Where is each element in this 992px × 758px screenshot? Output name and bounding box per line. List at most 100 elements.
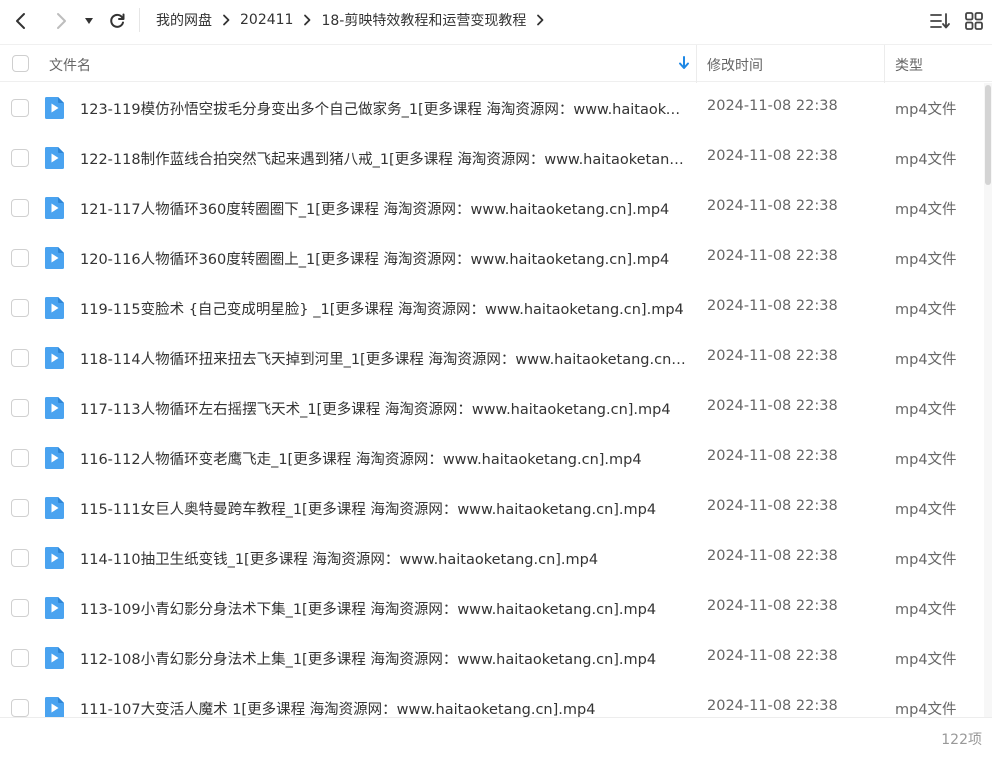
file-name[interactable]: 123-119模仿孙悟空拔毛分身变出多个自己做家务_1[更多课程 海淘资源网：w…: [80, 98, 686, 119]
column-divider[interactable]: [884, 45, 885, 83]
file-name[interactable]: 120-116人物循环360度转圈圈上_1[更多课程 海淘资源网：www.hai…: [80, 248, 686, 269]
file-modified-time: 2024-11-08 22:38: [707, 298, 838, 314]
file-row[interactable]: 118-114人物循环扭来扭去飞天掉到河里_1[更多课程 海淘资源网：www.h…: [0, 333, 984, 383]
file-modified-time: 2024-11-08 22:38: [707, 648, 838, 664]
row-checkbox[interactable]: [11, 349, 29, 367]
scrollbar-thumb[interactable]: [985, 85, 991, 185]
file-row[interactable]: 116-112人物循环变老鹰飞走_1[更多课程 海淘资源网：www.haitao…: [0, 433, 984, 483]
file-name[interactable]: 121-117人物循环360度转圈圈下_1[更多课程 海淘资源网：www.hai…: [80, 198, 686, 219]
file-name[interactable]: 111-107大变活人魔术 1[更多课程 海淘资源网：www.haitaoket…: [80, 698, 686, 717]
back-button[interactable]: [6, 6, 36, 36]
breadcrumb: 我的网盘 202411 18-剪映特效教程和运营变现教程: [156, 0, 554, 40]
file-type: mp4文件: [895, 702, 957, 717]
file-row[interactable]: 111-107大变活人魔术 1[更多课程 海淘资源网：www.haitaoket…: [0, 683, 984, 717]
row-checkbox[interactable]: [11, 149, 29, 167]
file-modified-time: 2024-11-08 22:38: [707, 198, 838, 214]
file-type: mp4文件: [895, 552, 957, 568]
video-file-icon: [45, 97, 64, 119]
file-name[interactable]: 112-108小青幻影分身法术上集_1[更多课程 海淘资源网：www.haita…: [80, 648, 686, 669]
chevron-right-icon: [537, 14, 544, 26]
file-type: mp4文件: [895, 302, 957, 318]
sort-down-arrow-icon[interactable]: [677, 55, 691, 71]
file-row[interactable]: 122-118制作蓝线合拍突然飞起来遇到猪八戒_1[更多课程 海淘资源网：www…: [0, 133, 984, 183]
file-type: mp4文件: [895, 152, 957, 168]
file-type: mp4文件: [895, 402, 957, 418]
breadcrumb-item-root[interactable]: 我的网盘: [156, 10, 212, 30]
video-file-icon: [45, 397, 64, 419]
scrollbar[interactable]: [984, 83, 992, 717]
row-checkbox[interactable]: [11, 399, 29, 417]
toolbar: 我的网盘 202411 18-剪映特效教程和运营变现教程: [0, 0, 992, 42]
file-name[interactable]: 119-115变脸术 {自己变成明星脸} _1[更多课程 海淘资源网：www.h…: [80, 298, 686, 319]
video-file-icon: [45, 697, 64, 717]
breadcrumb-item-current-folder[interactable]: 18-剪映特效教程和运营变现教程: [321, 10, 526, 30]
row-checkbox[interactable]: [11, 199, 29, 217]
file-row[interactable]: 117-113人物循环左右摇摆飞天术_1[更多课程 海淘资源网：www.hait…: [0, 383, 984, 433]
row-checkbox[interactable]: [11, 299, 29, 317]
file-row[interactable]: 115-111女巨人奥特曼跨车教程_1[更多课程 海淘资源网：www.haita…: [0, 483, 984, 533]
file-name[interactable]: 117-113人物循环左右摇摆飞天术_1[更多课程 海淘资源网：www.hait…: [80, 398, 686, 419]
breadcrumb-item-202411[interactable]: 202411: [240, 12, 293, 28]
file-modified-time: 2024-11-08 22:38: [707, 248, 838, 264]
file-name[interactable]: 116-112人物循环变老鹰飞走_1[更多课程 海淘资源网：www.haitao…: [80, 448, 686, 469]
file-modified-time: 2024-11-08 22:38: [707, 398, 838, 414]
file-modified-time: 2024-11-08 22:38: [707, 598, 838, 614]
row-checkbox[interactable]: [11, 699, 29, 717]
chevron-right-icon: [304, 14, 311, 26]
file-type: mp4文件: [895, 452, 957, 468]
file-name[interactable]: 114-110抽卫生纸变钱_1[更多课程 海淘资源网：www.haitaoket…: [80, 548, 686, 569]
file-type: mp4文件: [895, 252, 957, 268]
row-checkbox[interactable]: [11, 549, 29, 567]
column-divider[interactable]: [696, 45, 697, 83]
video-file-icon: [45, 247, 64, 269]
video-file-icon: [45, 347, 64, 369]
file-modified-time: 2024-11-08 22:38: [707, 98, 838, 114]
grid-view-button[interactable]: [963, 10, 985, 32]
row-checkbox[interactable]: [11, 649, 29, 667]
file-row[interactable]: 119-115变脸术 {自己变成明星脸} _1[更多课程 海淘资源网：www.h…: [0, 283, 984, 333]
file-type: mp4文件: [895, 352, 957, 368]
toolbar-divider: [139, 8, 140, 32]
file-row[interactable]: 113-109小青幻影分身法术下集_1[更多课程 海淘资源网：www.haita…: [0, 583, 984, 633]
file-name[interactable]: 122-118制作蓝线合拍突然飞起来遇到猪八戒_1[更多课程 海淘资源网：www…: [80, 148, 686, 169]
video-file-icon: [45, 497, 64, 519]
file-row[interactable]: 114-110抽卫生纸变钱_1[更多课程 海淘资源网：www.haitaoket…: [0, 533, 984, 583]
file-row[interactable]: 112-108小青幻影分身法术上集_1[更多课程 海淘资源网：www.haita…: [0, 633, 984, 683]
breadcrumb-separator: [296, 10, 318, 30]
video-file-icon: [45, 647, 64, 669]
row-checkbox[interactable]: [11, 499, 29, 517]
file-name[interactable]: 113-109小青幻影分身法术下集_1[更多课程 海淘资源网：www.haita…: [80, 598, 686, 619]
sort-menu-button[interactable]: [929, 10, 951, 32]
file-list: 123-119模仿孙悟空拔毛分身变出多个自己做家务_1[更多课程 海淘资源网：w…: [0, 83, 984, 717]
video-file-icon: [45, 447, 64, 469]
file-modified-time: 2024-11-08 22:38: [707, 498, 838, 514]
file-row[interactable]: 120-116人物循环360度转圈圈上_1[更多课程 海淘资源网：www.hai…: [0, 233, 984, 283]
chevron-right-icon: [57, 13, 66, 29]
file-name[interactable]: 118-114人物循环扭来扭去飞天掉到河里_1[更多课程 海淘资源网：www.h…: [80, 348, 686, 369]
refresh-icon: [110, 13, 125, 28]
file-row[interactable]: 121-117人物循环360度转圈圈下_1[更多课程 海淘资源网：www.hai…: [0, 183, 984, 233]
breadcrumb-separator[interactable]: [529, 10, 551, 30]
column-header-type[interactable]: 类型: [895, 55, 923, 75]
file-type: mp4文件: [895, 652, 957, 668]
file-type: mp4文件: [895, 602, 957, 618]
forward-button[interactable]: [46, 6, 76, 36]
status-bar: 122项: [0, 717, 992, 758]
row-checkbox[interactable]: [11, 99, 29, 117]
video-file-icon: [45, 547, 64, 569]
row-checkbox[interactable]: [11, 599, 29, 617]
history-dropdown-button[interactable]: [78, 6, 100, 36]
row-checkbox[interactable]: [11, 249, 29, 267]
row-checkbox[interactable]: [11, 449, 29, 467]
file-name[interactable]: 115-111女巨人奥特曼跨车教程_1[更多课程 海淘资源网：www.haita…: [80, 498, 686, 519]
column-header-name[interactable]: 文件名: [49, 55, 91, 75]
file-type: mp4文件: [895, 102, 957, 118]
caret-down-icon: [85, 18, 93, 24]
file-row[interactable]: 123-119模仿孙悟空拔毛分身变出多个自己做家务_1[更多课程 海淘资源网：w…: [0, 83, 984, 133]
column-header-time[interactable]: 修改时间: [707, 55, 763, 75]
select-all-checkbox[interactable]: [12, 55, 29, 72]
file-type: mp4文件: [895, 202, 957, 218]
refresh-button[interactable]: [102, 6, 132, 36]
breadcrumb-separator: [215, 10, 237, 30]
list-header: 文件名 修改时间 类型: [0, 44, 992, 83]
